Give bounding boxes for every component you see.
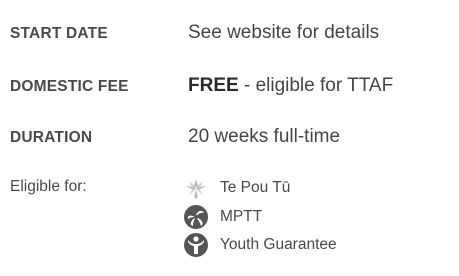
eligibility-item-label: Te Pou Tū <box>220 179 291 197</box>
duration-label: DURATION <box>10 129 93 146</box>
domestic-fee-row: DOMESTIC FEE FREE - eligible for TTAF <box>10 75 393 97</box>
eligibility-item-mptt: MPTT <box>183 203 337 232</box>
domestic-fee-value: FREE - eligible for TTAF <box>188 75 393 97</box>
fee-free-text: FREE <box>188 75 239 96</box>
start-date-label: START DATE <box>10 25 108 42</box>
eligibility-item-youth-guarantee: Youth Guarantee <box>183 231 337 260</box>
domestic-fee-label: DOMESTIC FEE <box>10 78 129 95</box>
eligible-for-label: Eligible for: <box>10 178 87 195</box>
start-date-row: START DATE See website for details <box>10 22 379 44</box>
eligibility-item-label: Youth Guarantee <box>220 236 337 254</box>
te-pou-tu-icon <box>183 175 209 201</box>
duration-value: 20 weeks full-time <box>188 126 341 147</box>
youth-guarantee-icon <box>183 232 209 258</box>
fee-eligibility-text: - eligible for TTAF <box>238 75 394 96</box>
eligibility-item-te-pou-tu: Te Pou Tū <box>183 174 337 203</box>
start-date-value: See website for details <box>188 22 380 43</box>
duration-row: DURATION 20 weeks full-time <box>10 126 340 148</box>
mptt-icon <box>183 204 209 230</box>
eligibility-list: Te Pou Tū MPTT Youth Guarantee <box>183 174 337 260</box>
eligibility-item-label: MPTT <box>220 207 263 225</box>
